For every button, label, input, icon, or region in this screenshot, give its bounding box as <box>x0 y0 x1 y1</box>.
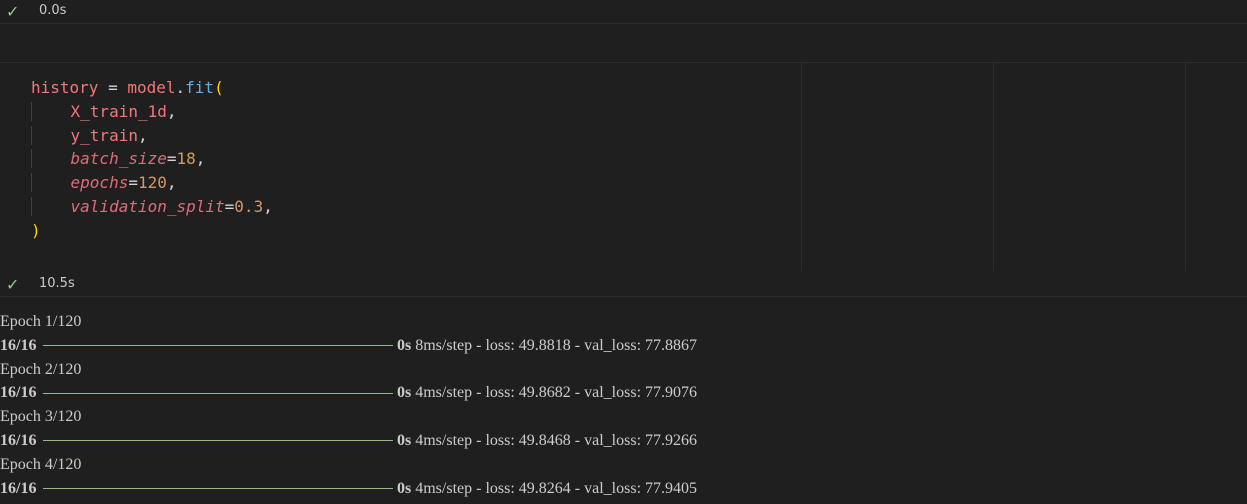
progress-bar <box>43 392 393 394</box>
progress-line: 16/16 0s 8ms/step - loss: 49.8818 - val_l… <box>0 334 1247 358</box>
ruler-line <box>1185 63 1186 271</box>
indent-guide <box>31 101 71 121</box>
indent-guide <box>31 149 71 169</box>
epoch-metrics: 0s 4ms/step - loss: 49.8264 - val_loss: … <box>397 477 697 501</box>
execution-time: 10.5s <box>39 276 75 291</box>
metrics-text: 4ms/step - loss: 49.8468 - val_loss: 77.… <box>411 431 698 449</box>
code-token: model <box>127 78 176 97</box>
indent-guide <box>31 125 71 145</box>
progress-count: 16/16 <box>0 384 37 402</box>
step-time: 0s <box>397 431 412 449</box>
code-token: , <box>263 196 273 216</box>
progress-bar <box>43 440 393 442</box>
step-time: 0s <box>397 479 412 497</box>
code-token: 120 <box>137 173 167 193</box>
step-time: 0s <box>397 384 412 402</box>
progress-bar <box>43 488 393 490</box>
code-token: . <box>175 78 186 97</box>
code-token: = <box>128 173 138 193</box>
code-token: ) <box>31 220 41 240</box>
code-line: validation_split=0.3, <box>31 195 273 219</box>
code-token: epochs <box>70 173 129 193</box>
ruler-line <box>801 63 802 271</box>
progress-line: 16/16 0s 4ms/step - loss: 49.8468 - val_l… <box>0 429 1247 453</box>
code-token: = <box>224 196 235 216</box>
indent-guide <box>31 173 71 193</box>
epoch-label: Epoch 1/120 <box>0 313 82 330</box>
indent-guide <box>31 196 71 216</box>
code-token: validation_split <box>70 196 225 216</box>
check-icon: ✓ <box>6 275 20 294</box>
code-token: history <box>31 78 99 97</box>
code-token: fit <box>185 78 215 97</box>
cell-status-top: ✓ 0.0s <box>0 0 1247 24</box>
code-token: , <box>166 101 177 121</box>
code-token: X_train_1d <box>70 101 167 121</box>
epoch-label: Epoch 2/120 <box>0 360 82 378</box>
code-line: X_train_1d, <box>31 100 273 124</box>
code-token: y_train <box>70 125 138 145</box>
cell-status-bottom: ✓ 10.5s <box>0 273 1247 297</box>
code-line: history = model.fit( <box>31 76 273 100</box>
progress-count: 16/16 <box>0 336 37 354</box>
progress-bar <box>43 345 393 347</box>
progress-count: 16/16 <box>0 431 37 449</box>
code-cell[interactable]: history = model.fit( X_train_1d, y_train… <box>0 63 1247 273</box>
code-token: , <box>166 173 177 193</box>
code-token: batch_size <box>70 149 167 169</box>
progress-line: 16/16 0s 4ms/step - loss: 49.8682 - val_l… <box>0 381 1247 405</box>
code-editor[interactable]: history = model.fit( X_train_1d, y_train… <box>31 76 273 243</box>
progress-count: 16/16 <box>0 479 37 497</box>
metrics-text: 4ms/step - loss: 49.8682 - val_loss: 77.… <box>411 384 698 402</box>
epoch-label: Epoch 4/120 <box>0 455 82 473</box>
execution-time: 0.0s <box>39 3 67 18</box>
code-token: , <box>195 149 206 169</box>
ruler-line <box>993 63 994 271</box>
code-token: 0.3 <box>234 196 264 216</box>
code-line: y_train, <box>31 124 273 148</box>
code-token: ( <box>214 78 224 97</box>
epoch-label: Epoch 3/120 <box>0 408 82 426</box>
step-time: 0s <box>397 336 412 354</box>
epoch-metrics: 0s 4ms/step - loss: 49.8468 - val_loss: … <box>397 429 697 453</box>
metrics-text: 8ms/step - loss: 49.8818 - val_loss: 77.… <box>411 336 698 354</box>
code-token: = <box>98 78 128 97</box>
cell-output: Epoch 1/120 16/16 0s 8ms/step - loss: 49.8… <box>0 310 1247 500</box>
code-line: batch_size=18, <box>31 147 273 171</box>
code-token: 18 <box>176 149 196 169</box>
notebook-page: ✓ 0.0s history = model.fit( X_train_1d, … <box>0 0 1247 504</box>
code-line: ) <box>31 219 273 243</box>
empty-cell[interactable] <box>0 24 1247 63</box>
progress-line: 16/16 0s 4ms/step - loss: 49.8264 - val_l… <box>0 477 1247 501</box>
epoch-metrics: 0s 8ms/step - loss: 49.8818 - val_loss: … <box>397 334 697 358</box>
epoch-metrics: 0s 4ms/step - loss: 49.8682 - val_loss: … <box>397 381 697 405</box>
check-icon: ✓ <box>6 2 20 21</box>
metrics-text: 4ms/step - loss: 49.8264 - val_loss: 77.… <box>411 479 698 497</box>
code-token: , <box>137 125 148 145</box>
code-line: epochs=120, <box>31 171 273 195</box>
code-token: = <box>166 149 177 169</box>
